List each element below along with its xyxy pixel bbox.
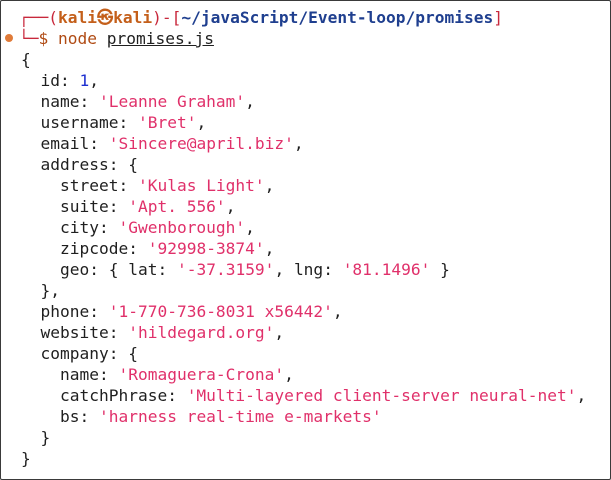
output-line: id: 1, — [40, 71, 100, 90]
output-line: company: { — [40, 344, 138, 363]
output-line: { — [21, 49, 31, 70]
output-line: zipcode: '92998-3874', — [59, 239, 275, 258]
object-key: email — [40, 134, 90, 153]
prompt-command-line: └─$ node promises.js — [19, 28, 214, 49]
object-key: catchPhrase — [59, 386, 168, 405]
object-key: username — [40, 113, 119, 132]
string-value: 'Leanne Graham' — [98, 92, 246, 111]
output-line: name: 'Leanne Graham', — [40, 92, 255, 111]
prompt-box-start: ┌──( — [19, 8, 58, 27]
prompt-user: kali — [57, 8, 97, 27]
object-key: bs — [59, 407, 80, 426]
object-key: name — [59, 365, 99, 384]
object-key: lng — [293, 260, 324, 279]
prompt-separator: )-[ — [152, 8, 182, 27]
output-line: bs: 'harness real-time e-markets' — [59, 407, 382, 426]
string-value: 'harness real-time e-markets' — [98, 407, 382, 426]
output-line: phone: '1-770-736-8031 x56442', — [40, 302, 343, 321]
prompt-host: kali — [113, 8, 153, 27]
prompt-cwd: ~/javaScript/Event-loop/promises — [181, 8, 494, 27]
string-value: '92998-3874' — [147, 239, 265, 258]
object-key: address — [40, 155, 109, 174]
close-brace: } — [21, 449, 31, 468]
output-line: website: 'hildegard.org', — [40, 323, 285, 342]
output-line: street: 'Kulas Light', — [59, 176, 275, 195]
command-argument: promises.js — [106, 29, 214, 48]
terminal-window[interactable]: ┌──(kali㉿kali)-[~/javaScript/Event-loop/… — [0, 0, 611, 480]
output-line: }, — [21, 281, 60, 300]
string-value: 'Kulas Light' — [137, 176, 265, 195]
string-value: 'Apt. 556' — [128, 197, 226, 216]
string-value: '-37.3159' — [176, 260, 275, 279]
object-key: lat — [128, 260, 158, 279]
string-value: 'Bret' — [137, 113, 197, 132]
open-brace: { — [21, 50, 31, 69]
command-name: node — [58, 29, 97, 48]
output-line: suite: 'Apt. 556', — [59, 197, 236, 216]
string-value: 'Gwenborough' — [118, 218, 246, 237]
object-key: website — [40, 323, 109, 342]
output-line: } — [21, 448, 31, 469]
output-line: city: 'Gwenborough', — [59, 218, 255, 237]
output-line: email: 'Sincere@april.biz', — [40, 134, 304, 153]
prompt-dollar: $ — [38, 29, 49, 48]
output-line: name: 'Romaguera-Crona', — [59, 365, 294, 384]
string-value: 'Multi-layered client-server neural-net' — [186, 386, 577, 405]
prompt-second-start: └─ — [19, 29, 39, 48]
string-value: 'hildegard.org' — [128, 323, 275, 342]
prompt-header-line: ┌──(kali㉿kali)-[~/javaScript/Event-loop/… — [19, 7, 503, 28]
prompt-end: ] — [493, 8, 504, 27]
string-value: '1-770-736-8031 x56442' — [108, 302, 333, 321]
output-line: catchPhrase: 'Multi-layered client-serve… — [59, 386, 587, 405]
object-key: street — [59, 176, 119, 195]
prompt-at-symbol: ㉿ — [96, 8, 114, 27]
object-key: name — [40, 92, 80, 111]
object-key: phone — [40, 302, 90, 321]
output-line: address: { — [40, 155, 138, 174]
output-line: username: 'Bret', — [40, 113, 207, 132]
object-key: city — [59, 218, 99, 237]
object-key: zipcode — [59, 239, 129, 258]
object-key: geo — [59, 260, 90, 279]
object-key: suite — [59, 197, 109, 216]
number-value: 1 — [79, 71, 90, 90]
object-key: company — [40, 344, 109, 363]
object-key: id — [40, 71, 61, 90]
output-line: } — [21, 428, 51, 447]
string-value: 'Romaguera-Crona' — [118, 365, 285, 384]
output-line: geo: { lat: '-37.3159', lng: '81.1496' } — [59, 260, 450, 279]
string-value: 'Sincere@april.biz' — [108, 134, 294, 153]
command-status-dot-icon — [5, 34, 13, 42]
string-value: '81.1496' — [342, 260, 431, 279]
